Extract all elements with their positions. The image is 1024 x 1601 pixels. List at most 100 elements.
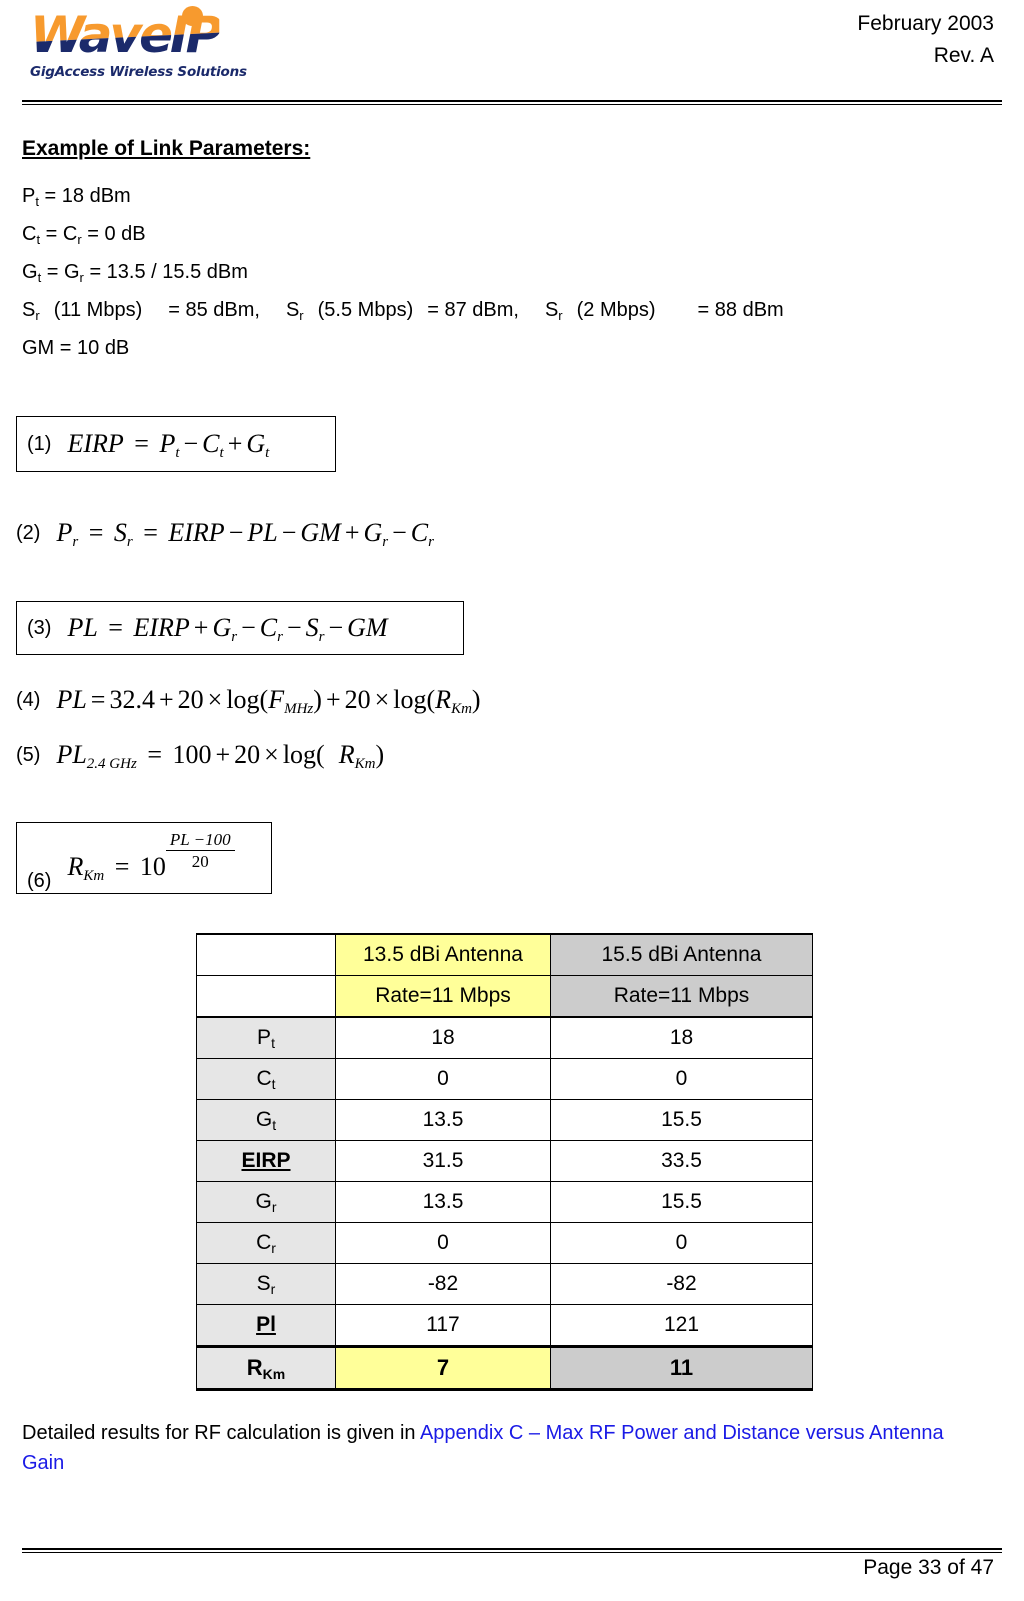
eq2-op4: − [392,518,407,547]
eq1-equals: = [127,429,156,458]
eq3-t2-sym: G [212,613,232,642]
row-label-rkm: RKm [196,1345,336,1391]
eq2-op2: − [281,518,297,547]
param-pt-symbol: P [22,185,36,207]
param-sr1-symbol: S [22,299,36,321]
equation-3-box: (3) PL = EIRP + Gr − Cr − Sr − GM [16,601,464,655]
eq2-t8-sub: r [428,534,434,550]
eq5-const: 100 [172,740,212,769]
row-cr-value-b: 0 [550,1222,813,1264]
eq5-arg-sym: R [338,740,355,769]
eq3-op4: − [328,613,344,642]
row-label-eirp: EIRP [196,1140,336,1182]
row-label-pl-symbol: Pl [256,1313,276,1336]
eq2-t6-sym: G [363,518,383,547]
param-line-ct: Ct = Cr = 0 dB [22,216,1002,254]
eq4-log1: log( [226,685,269,714]
param-sr2-sub: r [299,308,304,323]
equation-1-expression: EIRP = Pt − Ct + Gt [67,429,269,461]
table-row: Gr 13.5 15.5 [196,1181,813,1223]
param-cr-sub: r [77,232,82,247]
eq3-t6-sub: r [318,629,325,645]
eq2-op3: + [344,518,360,547]
eq2-t8-sym: C [410,518,429,547]
param-gt-value: = 13.5 / 15.5 dBm [83,261,248,283]
eq3-op3: − [286,613,302,642]
eq4-coef1: 20 [177,685,204,714]
table-row: RKm 7 11 [196,1345,813,1391]
equation-2-expression: Pr = Sr = EIRP − PL − GM + Gr − Cr [56,518,434,550]
eq5-plus: + [215,740,231,769]
table-header-col-b: 15.5 dBi Antenna [550,933,813,976]
row-eirp-value-b: 33.5 [550,1140,813,1182]
row-gr-value-b: 15.5 [550,1181,813,1223]
param-sr3-rate: (2 Mbps) [576,299,656,321]
page-header: WaveIP WaveIP GigAccess Wireless Solutio… [0,0,1024,108]
row-label-cr: Cr [196,1222,336,1264]
equation-6-number: (6) [27,870,52,892]
row-label-cr-symbol: C [256,1231,272,1254]
eq4-arg2-sub: Km [451,701,472,717]
row-label-sr-symbol: S [256,1272,271,1295]
param-cr-symbol: C [62,223,78,245]
eq4-close1: ) [313,685,322,714]
equation-6-box: (6) RKm = 10 PL −100 20 [16,822,272,894]
param-pt-sub: t [35,194,39,209]
eq2-t6-sub: r [382,534,389,550]
eq3-t2-sub: r [231,629,238,645]
row-label-ct-sub: t [271,1076,276,1092]
eq1-t2-sub: t [219,445,224,461]
table-row: Cr 0 0 [196,1222,813,1264]
row-rkm-value-a: 7 [335,1345,551,1391]
eq2-op1: − [228,518,244,547]
footer-page-number: Page 33 of 47 [863,1556,994,1579]
eq4-close2: ) [471,685,481,714]
row-label-pt: Pt [196,1016,336,1059]
eq2-t4: GM [300,518,341,547]
table-subcorner-cell [196,975,336,1018]
param-gr-symbol: G [63,261,80,283]
eq1-t0-sub: t [175,445,180,461]
table-row: Ct 0 0 [196,1058,813,1100]
eq4-arg2-sym: R [435,685,452,714]
param-sr2-symbol: S [285,299,300,321]
row-gr-value-a: 13.5 [335,1181,551,1223]
param-sr3-value: = 88 dBm [697,299,784,321]
eq1-op1: − [183,429,199,458]
logo-tagline: GigAccess Wireless Solutions [30,64,247,80]
param-gt-symbol: G [22,261,38,283]
equation-4-number: (4) [16,688,41,711]
eq4-const: 32.4 [109,685,155,714]
eq3-lhs: PL [67,613,98,642]
eq3-t4-sym: C [259,613,278,642]
equation-3-number: (3) [27,616,52,639]
eq6-exp-numerator: PL −100 [165,830,235,851]
equation-5-number: (5) [16,743,41,766]
equation-1-number: (1) [27,432,52,455]
param-line-gm: GM = 10 dB [22,337,130,359]
eq2-equals-2: = [136,518,165,547]
eq3-op1: + [193,613,209,642]
rf-results-table-wrapper: 13.5 dBi Antenna 15.5 dBi Antenna Rate=1… [196,933,813,1391]
eq5-times: × [264,740,279,769]
eq4-times1: × [207,685,223,714]
equation-2: (2) Pr = Sr = EIRP − PL − GM + Gr − Cr [16,510,676,556]
row-sr-value-a: -82 [335,1263,551,1305]
eq3-t4-sub: r [277,629,283,645]
eq6-base: 10 [139,852,166,881]
logo-wordmark: WaveIP WaveIP [30,6,226,68]
header-revision: Rev. A [933,44,994,67]
waveip-logo: WaveIP WaveIP GigAccess Wireless Solutio… [22,2,247,94]
eq4-plus1: + [158,685,174,714]
row-label-rkm-sub: Km [262,1366,286,1382]
eq2-mid-sym: S [113,518,127,547]
header-date: February 2003 [857,12,994,35]
param-sr2-value: = 87 dBm, [427,299,519,321]
eq6-lhs-sub: Km [83,868,105,884]
param-sr1-rate: (11 Mbps) [53,299,143,321]
footer-rule [22,1548,1002,1553]
row-label-pt-sub: t [271,1035,275,1051]
eq1-t0-sym: P [159,429,176,458]
row-gt-value-a: 13.5 [335,1099,551,1141]
row-label-sr-sub: r [270,1281,276,1297]
